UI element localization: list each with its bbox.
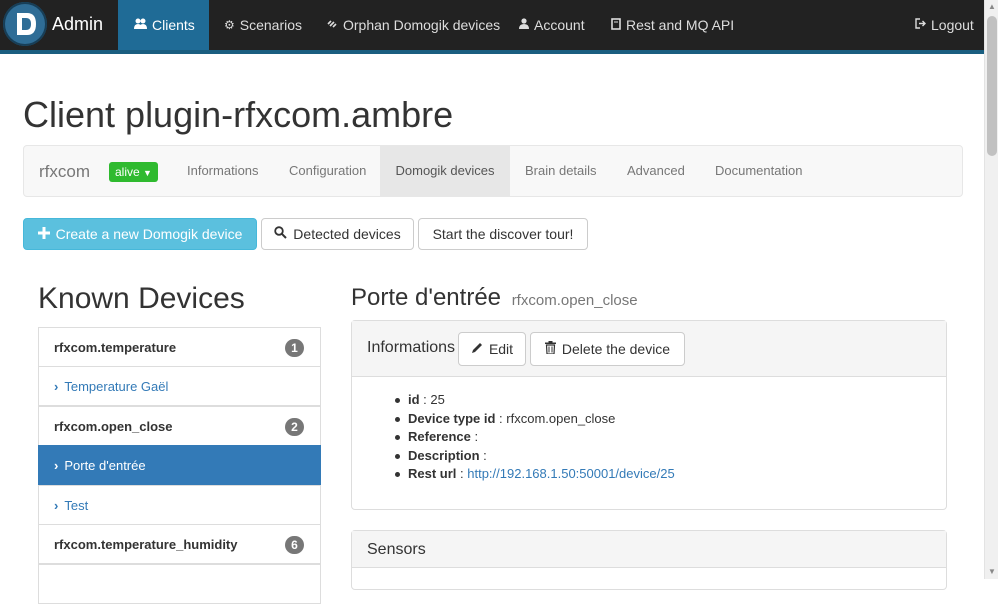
delete-label: Delete the device [561, 341, 671, 357]
logout-link[interactable]: Logout [915, 0, 974, 50]
device-type-label: rfxcom.temperature_humidity [54, 536, 238, 552]
device-list-item[interactable]: › Temperature Gaël [38, 366, 321, 406]
domogik-logo-icon [3, 2, 47, 46]
edit-label: Edit [488, 341, 514, 357]
informations-panel: Informations Edit Delete the device id :… [351, 320, 947, 510]
user-icon [519, 18, 529, 32]
pencil-icon [471, 341, 483, 357]
tab-advanced[interactable]: Advanced [627, 146, 685, 196]
device-count-badge: 1 [285, 339, 304, 357]
nav-item-account[interactable]: Account [519, 0, 585, 50]
nav-item-scenarios[interactable]: ⚙ Scenarios [224, 0, 302, 50]
search-icon [274, 226, 288, 242]
gear-icon: ⚙ [224, 18, 235, 32]
device-info-list: id : 25 Device type id : rfxcom.open_clo… [390, 391, 675, 484]
status-badge[interactable]: alive ▼ [109, 162, 158, 182]
info-label: Device type id [408, 410, 496, 426]
sensors-panel-title: Sensors [367, 541, 426, 558]
device-list-item[interactable] [38, 564, 321, 604]
tab-domogik-devices[interactable]: Domogik devices [380, 146, 510, 196]
info-label: Description [408, 447, 480, 463]
detected-devices-button[interactable]: Detected devices [261, 218, 414, 250]
delete-device-button[interactable]: Delete the device [530, 332, 685, 366]
caret-down-icon: ▼ [143, 168, 152, 178]
tab-brain-details[interactable]: Brain details [525, 146, 597, 196]
device-label: Test [64, 497, 89, 513]
tab-documentation[interactable]: Documentation [715, 146, 802, 196]
info-value: rfxcom.open_close [506, 410, 616, 426]
device-label: Temperature Gaël [64, 378, 169, 394]
device-type: rfxcom.open_close [511, 292, 638, 309]
informations-panel-title: Informations [367, 339, 456, 356]
trash-icon [544, 341, 556, 357]
page-title: Client plugin-rfxcom.ambre [23, 94, 454, 135]
create-device-label: Create a new Domogik device [55, 226, 243, 242]
nav-label-scenarios: Scenarios [239, 17, 303, 33]
device-type-group: rfxcom.temperature 1 [38, 327, 321, 367]
info-label: Reference [408, 429, 471, 444]
scroll-thumb[interactable] [987, 16, 997, 156]
logout-icon [915, 18, 926, 32]
tab-configuration[interactable]: Configuration [289, 146, 366, 196]
nav-item-orphan-devices[interactable]: Orphan Domogik devices [326, 0, 500, 50]
book-icon [611, 17, 621, 33]
info-item-rest-url: Rest url : http://192.168.1.50:50001/dev… [390, 465, 675, 484]
device-name: Porte d'entrée [351, 284, 502, 311]
device-type-group: rfxcom.open_close 2 [38, 406, 321, 446]
info-item-device-type-id: Device type id : rfxcom.open_close [390, 410, 675, 429]
device-count-badge: 2 [285, 418, 304, 436]
device-list-item[interactable]: › Test [38, 485, 321, 525]
brand-label[interactable]: Admin [52, 14, 103, 35]
info-item-id: id : 25 [390, 391, 675, 410]
device-count-badge: 6 [285, 536, 304, 554]
nav-label-orphan-devices: Orphan Domogik devices [343, 17, 501, 33]
known-devices-title: Known Devices [38, 282, 245, 315]
sensors-panel: Sensors [351, 530, 947, 590]
scroll-up-arrow-icon[interactable]: ▲ [985, 0, 998, 14]
device-type-label: rfxcom.open_close [54, 418, 173, 434]
client-subnav: rfxcom alive ▼ Informations Configuratio… [23, 145, 963, 197]
scroll-down-arrow-icon[interactable]: ▼ [985, 565, 998, 579]
detected-devices-label: Detected devices [293, 226, 401, 242]
rest-url-link[interactable]: http://192.168.1.50:50001/device/25 [467, 466, 674, 481]
discover-tour-button[interactable]: Start the discover tour! [418, 218, 588, 250]
info-label: id [408, 392, 420, 407]
device-label: Porte d'entrée [64, 457, 146, 473]
tab-informations[interactable]: Informations [187, 146, 259, 196]
page-scrollbar[interactable]: ▲ ▼ [984, 0, 998, 579]
chevron-right-icon: › [54, 457, 59, 473]
nav-item-clients[interactable]: Clients [118, 0, 209, 50]
chain-icon [326, 18, 338, 33]
info-item-description: Description : [390, 447, 675, 466]
nav-label-api: Rest and MQ API [626, 17, 735, 33]
device-type-group: rfxcom.temperature_humidity 6 [38, 524, 321, 564]
nav-label-clients: Clients [152, 17, 195, 33]
info-label: Rest url [408, 466, 457, 481]
nav-item-api[interactable]: Rest and MQ API [611, 0, 734, 50]
nav-label-account: Account [534, 17, 585, 33]
chevron-right-icon: › [54, 497, 59, 513]
info-item-reference: Reference : [390, 428, 675, 447]
edit-device-button[interactable]: Edit [458, 332, 526, 366]
sensors-panel-heading: Sensors [352, 531, 946, 568]
plus-icon [37, 226, 50, 242]
device-type-label: rfxcom.temperature [54, 339, 177, 355]
chevron-right-icon: › [54, 378, 59, 394]
device-title: Porte d'entrée rfxcom.open_close [351, 284, 638, 312]
create-device-button[interactable]: Create a new Domogik device [23, 218, 257, 250]
info-value: 25 [430, 392, 445, 407]
device-list-item-active[interactable]: › Porte d'entrée [38, 445, 321, 485]
informations-panel-heading: Informations Edit Delete the device [352, 321, 946, 377]
users-icon [134, 18, 147, 32]
logout-label: Logout [931, 17, 974, 33]
top-navbar: Admin Clients ⚙ Scenarios Orphan Domogik… [0, 0, 984, 54]
status-label: alive [115, 165, 140, 179]
client-name[interactable]: rfxcom [39, 162, 90, 182]
